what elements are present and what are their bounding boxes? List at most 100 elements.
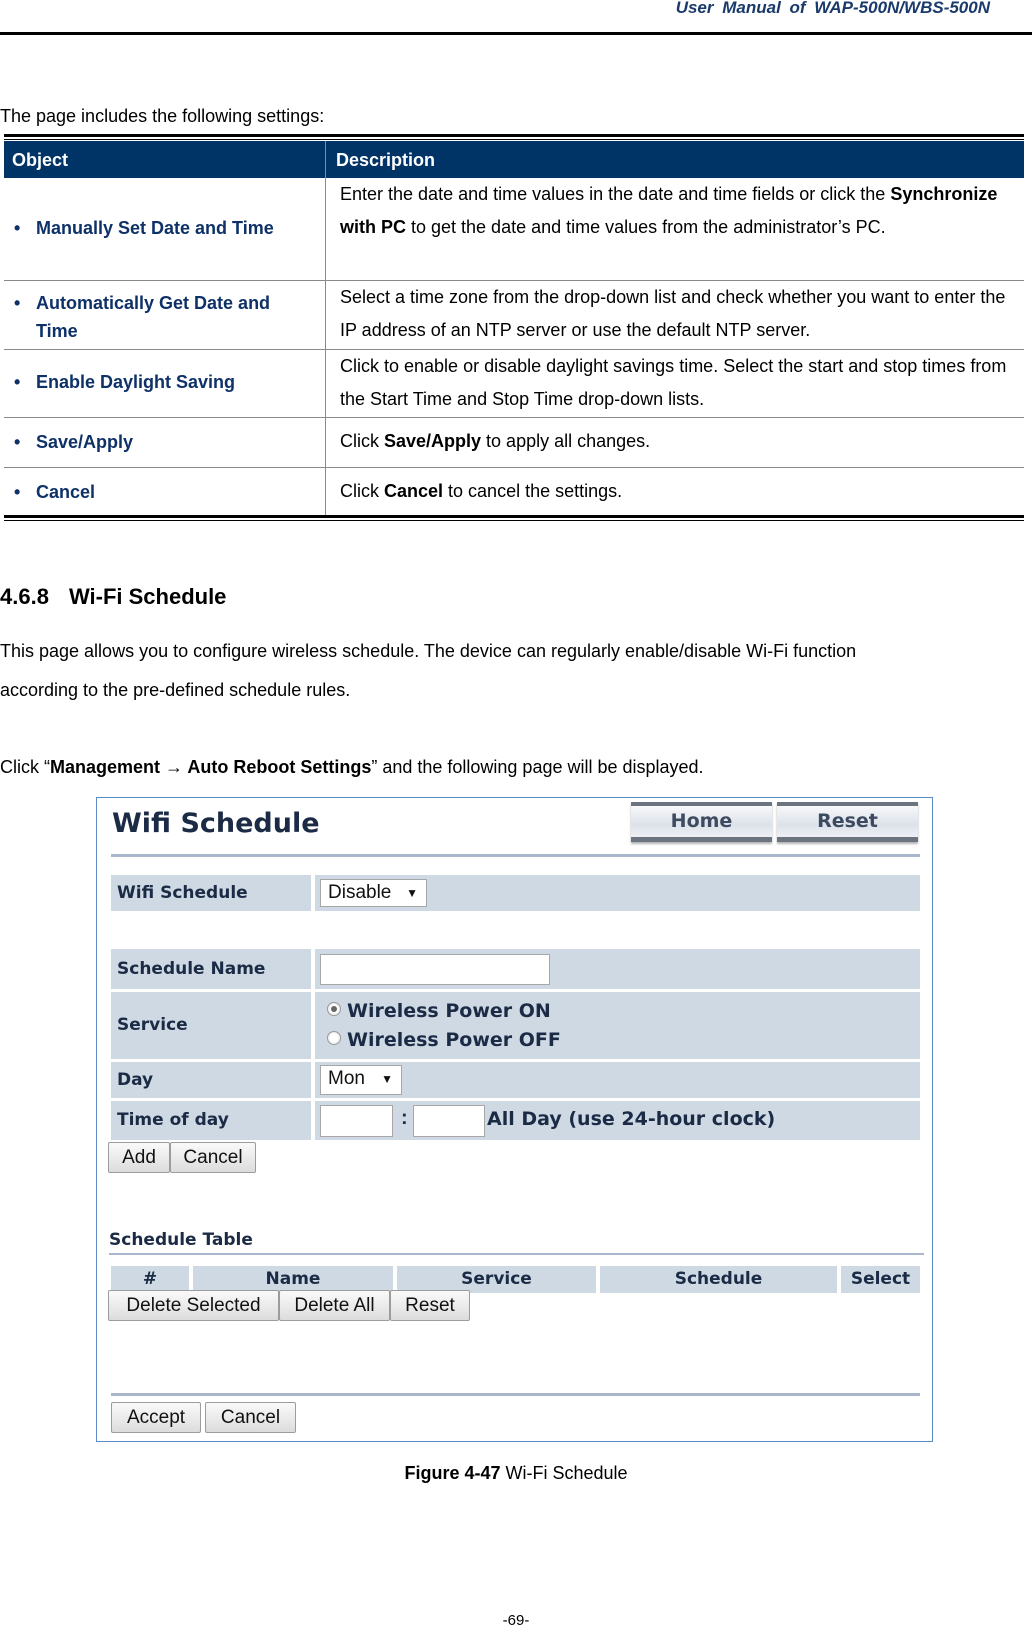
column-header-number: # <box>111 1266 189 1293</box>
radio-selected-icon <box>327 1002 341 1016</box>
instruction-text: ” and the following page will be display… <box>371 757 704 777</box>
object-label: Manually Set Date and Time <box>36 218 274 238</box>
object-label: Automatically Get Date and <box>36 293 271 313</box>
footer-divider <box>111 1393 920 1396</box>
table-row: • Save/Apply Click Save/Apply to apply al… <box>4 418 1024 468</box>
time-hint: All Day (use 24-hour clock) <box>487 1108 776 1130</box>
hour-input[interactable] <box>320 1105 393 1137</box>
navigation-instruction: Click “Management → Auto Reboot Settings… <box>0 757 704 778</box>
minute-input[interactable] <box>413 1105 485 1137</box>
wifi-schedule-label: Wifi Schedule <box>111 875 311 911</box>
schedule-name-input[interactable] <box>320 954 550 985</box>
object-label-cont: Time <box>36 321 78 341</box>
desc-text: to apply all changes. <box>481 431 651 451</box>
column-header-name: Name <box>193 1266 393 1293</box>
figure-label: Figure 4-47 <box>404 1463 501 1483</box>
schedule-table-divider <box>109 1253 924 1255</box>
day-label: Day <box>111 1062 311 1098</box>
desc-text: to get the date and time values from the… <box>406 217 886 237</box>
object-label: Save/Apply <box>36 432 134 452</box>
schedule-name-cell <box>315 949 920 989</box>
section-heading: 4.6.8 Wi-Fi Schedule <box>0 584 226 610</box>
table-header-row: Object Description <box>4 141 1024 178</box>
reset-nav-button[interactable]: Reset <box>777 802 918 842</box>
description-cell: Enter the date and time values in the da… <box>340 178 1016 244</box>
radio-wireless-power-off[interactable]: Wireless Power OFF <box>327 1029 561 1051</box>
table-row: • Automatically Get Date and Time Select a… <box>4 281 1024 350</box>
desc-text: Enter the date and time values in the da… <box>340 184 891 204</box>
table-row: • Enable Daylight Saving Click to enable … <box>4 350 1024 418</box>
desc-text: Click <box>340 431 384 451</box>
object-label: Enable Daylight Saving <box>36 372 236 392</box>
day-select[interactable]: Mon ▼ <box>320 1065 402 1095</box>
header-rule <box>0 32 1032 35</box>
footer-cancel-button[interactable]: Cancel <box>205 1402 296 1433</box>
page-number: -69- <box>502 1612 530 1629</box>
instruction-text: Click “ <box>0 757 50 777</box>
dropdown-arrow-icon: ▼ <box>406 886 418 900</box>
column-header-description: Description <box>336 150 436 170</box>
radio-unselected-icon <box>327 1031 341 1045</box>
table-bottom-rule-thin <box>4 520 1024 521</box>
accept-button[interactable]: Accept <box>111 1402 201 1433</box>
service-cell: Wireless Power ON Wireless Power OFF <box>315 992 920 1059</box>
time-of-day-label: Time of day <box>111 1101 311 1140</box>
table-row: • Manually Set Date and Time Enter the da… <box>4 178 1024 281</box>
wifi-schedule-figure: Wifi Schedule Home Reset Wifi Schedule D… <box>96 797 933 1442</box>
object-cell: • Cancel <box>14 482 96 502</box>
delete-all-button[interactable]: Delete All <box>279 1290 390 1321</box>
radio-label: Wireless Power OFF <box>347 1029 561 1051</box>
object-cell: • Automatically Get Date and Time <box>14 293 271 341</box>
desc-bold: Save/Apply <box>384 431 482 451</box>
page-title: Wifi Schedule <box>112 808 320 839</box>
wifi-schedule-select[interactable]: Disable ▼ <box>320 879 427 907</box>
section-number: 4.6.8 <box>0 584 49 609</box>
description-cell: Select a time zone from the drop-down li… <box>340 287 1006 340</box>
object-cell: • Manually Set Date and Time <box>14 218 274 238</box>
radio-wireless-power-on[interactable]: Wireless Power ON <box>327 1000 551 1022</box>
home-button[interactable]: Home <box>631 802 772 842</box>
column-header-service: Service <box>397 1266 596 1293</box>
schedule-table-header: # Name Service Schedule Select <box>111 1266 920 1293</box>
add-button[interactable]: Add <box>108 1142 170 1173</box>
intro-text: The page includes the following settings… <box>0 106 325 126</box>
wifi-schedule-cell: Disable ▼ <box>315 875 920 911</box>
description-cell: Click Save/Apply to apply all changes. <box>340 425 1016 458</box>
desc-text: Click <box>340 481 384 501</box>
description-cell: Click to enable or disable daylight savi… <box>340 356 1007 409</box>
table-bottom-rule <box>4 515 1024 518</box>
menu-path: Management → Auto Reboot Settings <box>50 757 372 777</box>
desc-bold: Cancel <box>384 481 444 501</box>
description-cell: Click Cancel to cancel the settings. <box>340 475 1016 508</box>
schedule-table-caption: Schedule Table <box>109 1230 253 1250</box>
object-label: Cancel <box>36 482 96 502</box>
column-header-object: Object <box>12 150 69 170</box>
column-header-schedule: Schedule <box>600 1266 837 1293</box>
title-divider <box>111 854 920 857</box>
manual-header-title: User Manual of WAP-500N/WBS-500N <box>675 0 990 17</box>
day-cell: Mon ▼ <box>315 1062 920 1098</box>
figure-caption: Figure 4-47 Wi-Fi Schedule <box>0 1463 1032 1484</box>
selected-value: Mon <box>328 1068 365 1089</box>
form-cancel-button[interactable]: Cancel <box>170 1142 256 1173</box>
table-top-rule <box>4 134 1024 137</box>
radio-label: Wireless Power ON <box>347 1000 551 1022</box>
table-top-rule-thin <box>4 139 1024 140</box>
service-label: Service <box>111 992 311 1059</box>
figure-caption-text: Wi-Fi Schedule <box>500 1463 628 1483</box>
section-paragraph-line1: This page allows you to configure wirele… <box>0 641 857 661</box>
section-paragraph-line2: according to the pre-defined schedule ru… <box>0 680 351 700</box>
dropdown-arrow-icon: ▼ <box>381 1072 393 1086</box>
selected-value: Disable <box>328 882 392 903</box>
time-of-day-cell: : All Day (use 24-hour clock) <box>315 1101 920 1140</box>
schedule-name-label: Schedule Name <box>111 949 311 989</box>
time-separator: : <box>401 1107 408 1129</box>
section-title: Wi-Fi Schedule <box>68 584 227 609</box>
table-row: • Cancel Click Cancel to cancel the setti… <box>4 468 1024 515</box>
object-cell: • Save/Apply <box>14 432 134 452</box>
column-header-select: Select <box>841 1266 920 1293</box>
desc-text: to cancel the settings. <box>443 481 623 501</box>
object-cell: • Enable Daylight Saving <box>14 372 236 392</box>
table-reset-button[interactable]: Reset <box>390 1290 470 1321</box>
delete-selected-button[interactable]: Delete Selected <box>108 1290 279 1321</box>
